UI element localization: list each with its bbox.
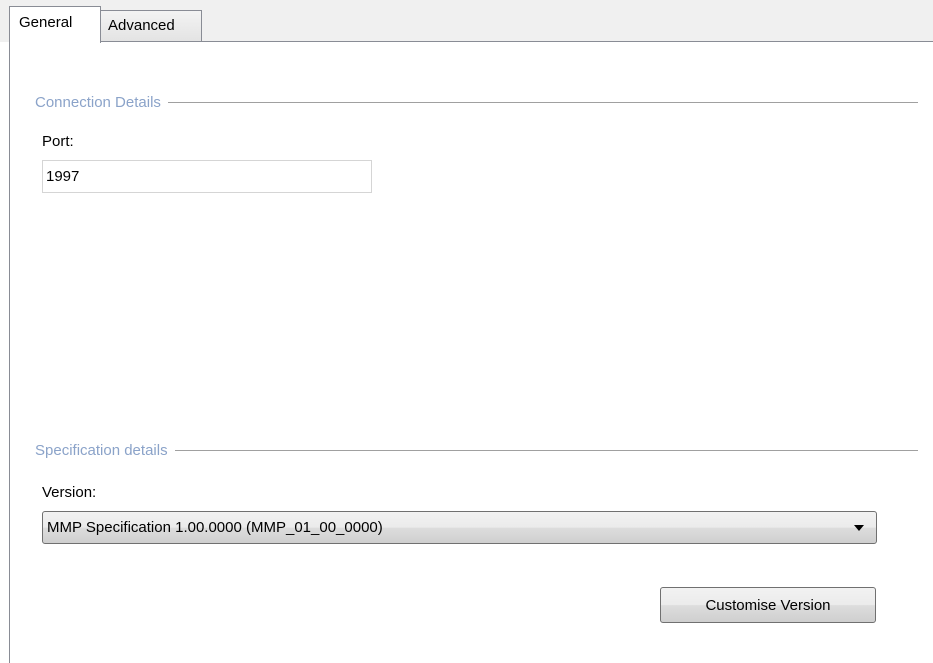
version-selected-value: MMP Specification 1.00.0000 (MMP_01_00_0… <box>47 519 383 536</box>
connection-details-title: Connection Details <box>35 93 161 111</box>
group-divider <box>174 449 918 451</box>
tab-strip: General Advanced <box>0 0 933 43</box>
tab-strip-divider <box>100 41 933 42</box>
group-divider <box>167 101 918 103</box>
specification-details-group-header: Specification details <box>35 440 918 460</box>
tab-general[interactable]: General <box>9 6 101 43</box>
page-border <box>9 42 10 663</box>
version-label: Version: <box>42 484 97 501</box>
port-input[interactable] <box>42 160 372 193</box>
settings-panel: General Advanced Connection Details Port… <box>0 0 933 663</box>
customise-version-button[interactable]: Customise Version <box>660 587 876 623</box>
port-label: Port: <box>42 133 74 150</box>
connection-details-group-header: Connection Details <box>35 92 918 112</box>
version-dropdown[interactable]: MMP Specification 1.00.0000 (MMP_01_00_0… <box>42 511 877 544</box>
chevron-down-icon[interactable] <box>854 524 864 531</box>
tab-advanced[interactable]: Advanced <box>100 10 202 42</box>
specification-details-title: Specification details <box>35 441 168 459</box>
